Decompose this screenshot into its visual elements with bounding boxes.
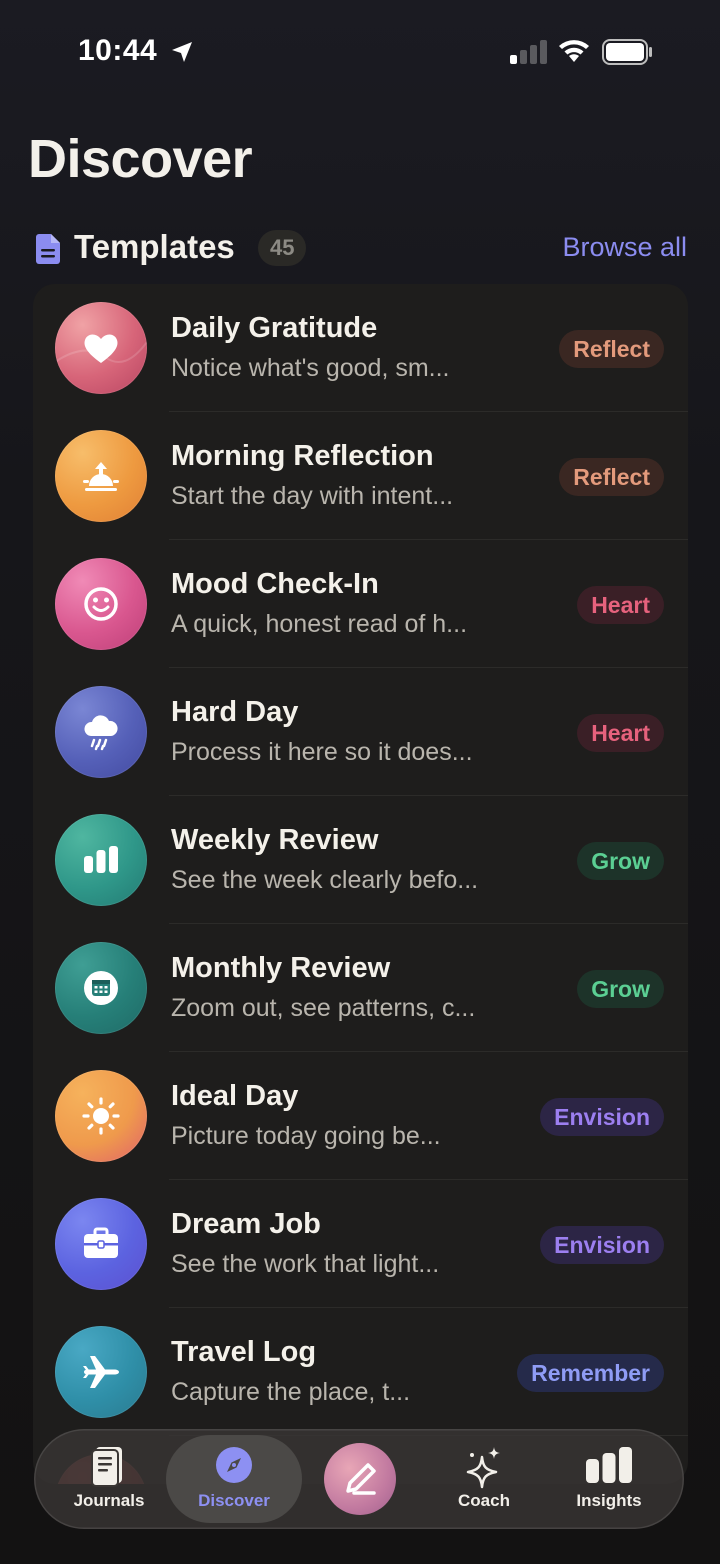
cellular-signal-icon (510, 40, 547, 64)
tab-label: Journals (73, 1491, 145, 1510)
tab-label: Discover (198, 1491, 270, 1510)
compose-button[interactable] (324, 1443, 396, 1515)
journals-book-icon (91, 1447, 122, 1487)
sparkles-icon (466, 1447, 500, 1489)
templates-count-badge: 45 (258, 230, 307, 266)
template-row-daily-gratitude[interactable]: Daily Gratitude Notice what's good, sm..… (33, 284, 688, 412)
briefcase-icon (84, 1227, 118, 1258)
template-avatar (55, 686, 147, 778)
template-row-ideal-day[interactable]: Ideal Day Picture today going be... Envi… (33, 1052, 688, 1180)
bar-chart-icon (84, 846, 118, 873)
battery-icon (602, 39, 652, 65)
template-row-hard-day[interactable]: Hard Day Process it here so it does... H… (33, 668, 688, 796)
category-tag: Heart (577, 714, 664, 752)
calendar-icon (84, 971, 118, 1005)
template-subtitle: Capture the place, t... (171, 1378, 411, 1406)
sunrise-icon (83, 462, 119, 491)
template-title: Daily Gratitude (171, 312, 378, 344)
templates-section-title: Templates (74, 228, 235, 265)
template-title: Morning Reflection (171, 440, 434, 472)
template-avatar (55, 942, 147, 1034)
page-title: Discover (28, 129, 253, 189)
tab-insights[interactable]: Insights (544, 1429, 674, 1529)
tab-label: Insights (576, 1491, 642, 1510)
template-title: Weekly Review (171, 824, 379, 856)
template-title: Monthly Review (171, 952, 391, 984)
template-row-monthly-review[interactable]: Monthly Review Zoom out, see patterns, c… (33, 924, 688, 1052)
template-subtitle: See the work that light... (171, 1250, 440, 1278)
template-avatar (55, 1326, 147, 1418)
template-avatar (55, 814, 147, 906)
category-tag: Reflect (559, 458, 664, 496)
category-tag: Heart (577, 586, 664, 624)
template-subtitle: Zoom out, see patterns, c... (171, 994, 476, 1022)
heart-icon (84, 334, 118, 363)
template-avatar (55, 430, 147, 522)
template-subtitle: Notice what's good, sm... (171, 354, 450, 382)
template-avatar (55, 302, 147, 394)
template-subtitle: See the week clearly befo... (171, 866, 479, 894)
category-tag: Reflect (559, 330, 664, 368)
template-avatar (55, 1198, 147, 1290)
template-subtitle: Process it here so it does... (171, 738, 473, 766)
template-row-dream-job[interactable]: Dream Job See the work that light... Env… (33, 1180, 688, 1308)
template-title: Dream Job (171, 1208, 321, 1240)
browse-all-link[interactable]: Browse all (562, 232, 687, 263)
template-title: Travel Log (171, 1336, 317, 1368)
template-avatar (55, 1070, 147, 1162)
template-title: Mood Check-In (171, 568, 379, 600)
smiley-icon (84, 587, 118, 621)
category-tag: Remember (517, 1354, 664, 1392)
airplane-icon (83, 1356, 119, 1388)
location-arrow-icon (172, 42, 192, 62)
tab-discover[interactable]: Discover (164, 1429, 304, 1529)
template-row-morning-reflection[interactable]: Morning Reflection Start the day with in… (33, 412, 688, 540)
category-tag: Envision (540, 1098, 664, 1136)
document-icon (36, 234, 60, 264)
pencil-icon (346, 1463, 376, 1495)
tab-coach[interactable]: Coach (419, 1429, 549, 1529)
category-tag: Envision (540, 1226, 664, 1264)
tab-label: Coach (458, 1491, 510, 1510)
category-tag: Grow (577, 842, 664, 880)
template-subtitle: Picture today going be... (171, 1122, 441, 1150)
sun-icon (82, 1097, 120, 1135)
status-time: 10:44 (78, 34, 158, 67)
template-title: Hard Day (171, 696, 299, 728)
rain-cloud-icon (84, 715, 118, 751)
template-row-weekly-review[interactable]: Weekly Review See the week clearly befo.… (33, 796, 688, 924)
wifi-icon (559, 40, 589, 62)
template-row-mood-check-in[interactable]: Mood Check-In A quick, honest read of h.… (33, 540, 688, 668)
tab-bar: Journals Discover Coach Insights (34, 1429, 684, 1529)
category-tag: Grow (577, 970, 664, 1008)
templates-list: Daily Gratitude Notice what's good, sm..… (33, 284, 688, 1484)
compass-icon (216, 1447, 252, 1483)
template-subtitle: Start the day with intent... (171, 482, 454, 510)
template-subtitle: A quick, honest read of h... (171, 610, 468, 638)
insights-bar-chart-icon (586, 1447, 632, 1483)
template-title: Ideal Day (171, 1080, 299, 1112)
template-row-travel-log[interactable]: Travel Log Capture the place, t... Remem… (33, 1308, 688, 1436)
tab-journals[interactable]: Journals (44, 1429, 174, 1529)
template-avatar (55, 558, 147, 650)
status-bar: 10:44 (0, 0, 720, 100)
